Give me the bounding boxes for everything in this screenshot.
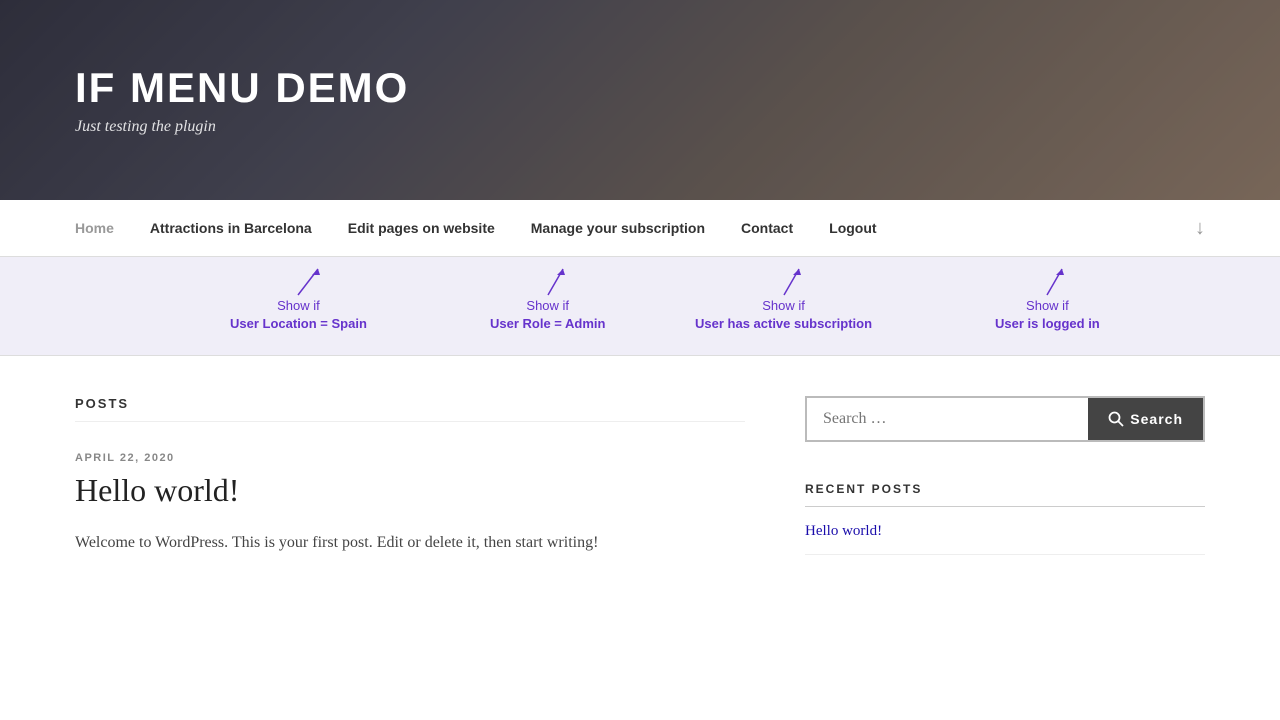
annotations-strip: Show if User Location = Spain Show if Us… (0, 257, 1280, 356)
sidebar: Search RECENT POSTS Hello world! (805, 396, 1205, 556)
annotation-logged-in-text: Show if User is logged in (995, 297, 1100, 333)
recent-post-link[interactable]: Hello world! (805, 523, 1205, 555)
nav-item-attractions[interactable]: Attractions in Barcelona (132, 220, 330, 236)
annotation-logged-in: Show if User is logged in (995, 267, 1100, 333)
annotation-location: Show if User Location = Spain (230, 267, 367, 333)
search-box: Search (805, 396, 1205, 442)
arrow-location-icon (268, 267, 328, 297)
navigation: Home Attractions in Barcelona Edit pages… (0, 200, 1280, 257)
site-title: IF MENU DEMO (75, 64, 1205, 112)
post-title[interactable]: Hello world! (75, 472, 745, 509)
annotation-role-text: Show if User Role = Admin (490, 297, 605, 333)
arrow-role-icon (518, 267, 578, 297)
nav-item-manage-subscription[interactable]: Manage your subscription (513, 220, 723, 236)
nav-scroll-down-icon[interactable]: ↓ (1195, 217, 1205, 240)
nav-item-home[interactable]: Home (75, 220, 132, 236)
hero-header: IF MENU DEMO Just testing the plugin (0, 0, 1280, 200)
arrow-subscription-icon (754, 267, 814, 297)
site-subtitle: Just testing the plugin (75, 118, 1205, 136)
annotation-role: Show if User Role = Admin (490, 267, 605, 333)
post-item: APRIL 22, 2020 Hello world! Welcome to W… (75, 452, 745, 556)
nav-item-logout[interactable]: Logout (811, 220, 894, 236)
posts-section-label: POSTS (75, 396, 745, 422)
annotation-subscription-text: Show if User has active subscription (695, 297, 872, 333)
search-button[interactable]: Search (1088, 398, 1203, 440)
post-date: APRIL 22, 2020 (75, 452, 745, 464)
nav-item-contact[interactable]: Contact (723, 220, 811, 236)
arrow-logged-in-icon (1017, 267, 1077, 297)
nav-item-edit-pages[interactable]: Edit pages on website (330, 220, 513, 236)
annotation-subscription: Show if User has active subscription (695, 267, 872, 333)
annotation-location-text: Show if User Location = Spain (230, 297, 367, 333)
recent-posts-label: RECENT POSTS (805, 482, 1205, 507)
main-layout: POSTS APRIL 22, 2020 Hello world! Welcom… (0, 356, 1280, 596)
search-icon (1108, 411, 1124, 427)
search-input[interactable] (807, 398, 1088, 440)
post-body: Welcome to WordPress. This is your first… (75, 529, 745, 556)
posts-section: POSTS APRIL 22, 2020 Hello world! Welcom… (75, 396, 745, 556)
